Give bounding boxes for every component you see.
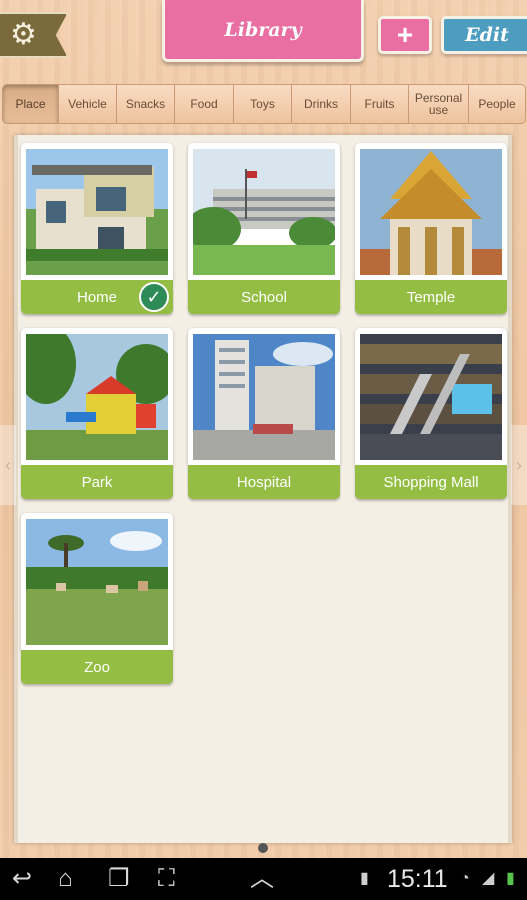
temple-image <box>360 149 502 275</box>
tab-snacks[interactable]: Snacks <box>117 84 175 124</box>
card-photo <box>355 328 507 466</box>
card-photo <box>21 513 173 651</box>
card-photo <box>188 143 340 281</box>
card-hospital[interactable]: Hospital <box>188 328 340 500</box>
gear-icon: ⚙ <box>10 18 37 51</box>
tab-vehicle[interactable]: Vehicle <box>59 84 117 124</box>
card-photo <box>21 143 173 281</box>
school-image <box>193 149 335 275</box>
tab-label: Fruits <box>364 97 395 111</box>
tab-label: Drinks <box>303 97 338 111</box>
card-photo <box>21 328 173 466</box>
battery-icon: ▮ <box>506 870 515 887</box>
edit-button[interactable]: Edit <box>441 16 527 54</box>
tab-personal-use[interactable]: Personal use <box>409 84 469 124</box>
check-icon: ✓ <box>139 282 169 312</box>
edit-label: Edit <box>465 24 509 46</box>
card-home[interactable]: Home ✓ <box>21 143 173 315</box>
card-photo <box>188 328 340 466</box>
tab-label: Place <box>15 97 46 111</box>
add-button[interactable]: + <box>378 16 432 54</box>
card-school[interactable]: School <box>188 143 340 315</box>
park-image <box>26 334 168 460</box>
tab-food[interactable]: Food <box>175 84 234 124</box>
up-icon[interactable]: ︿ <box>250 864 274 894</box>
category-tabs: Place Vehicle Snacks Food Toys Drinks Fr… <box>2 84 526 124</box>
library-button[interactable]: Library <box>162 0 364 62</box>
tab-place[interactable]: Place <box>2 84 59 124</box>
hospital-image <box>193 334 335 460</box>
back-icon[interactable]: ↩ <box>12 864 32 894</box>
sd-card-icon: ▮ <box>360 870 369 887</box>
chevron-left-icon: ‹ <box>5 454 11 475</box>
home-image <box>26 149 168 275</box>
next-page-arrow[interactable]: › <box>511 425 527 505</box>
page-indicator <box>258 843 268 853</box>
card-photo <box>355 143 507 281</box>
clock: 15:11 <box>387 865 448 893</box>
tab-label: Snacks <box>125 97 166 111</box>
tab-label: Toys <box>250 97 275 111</box>
card-label: Zoo <box>21 650 173 684</box>
plus-icon: + <box>396 19 414 50</box>
tab-label: Vehicle <box>68 97 107 111</box>
chevron-right-icon: › <box>516 454 522 475</box>
home-icon[interactable]: ⌂ <box>58 864 73 894</box>
card-park[interactable]: Park <box>21 328 173 500</box>
card-zoo[interactable]: Zoo <box>21 513 173 685</box>
card-label: Temple <box>355 280 507 314</box>
tab-drinks[interactable]: Drinks <box>292 84 351 124</box>
signal-icon: ◢ <box>482 870 495 887</box>
tab-label: Personal use <box>414 91 463 117</box>
wifi-icon: ◔ <box>460 870 470 887</box>
screenshot-icon[interactable]: ⛶ <box>158 864 175 894</box>
card-label: School <box>188 280 340 314</box>
zoo-image <box>26 519 168 645</box>
tab-people[interactable]: People <box>469 84 526 124</box>
card-label: Park <box>21 465 173 499</box>
tab-fruits[interactable]: Fruits <box>351 84 409 124</box>
tab-label: Food <box>190 97 218 111</box>
card-temple[interactable]: Temple <box>355 143 507 315</box>
previous-page-arrow[interactable]: ‹ <box>0 425 16 505</box>
card-label: Shopping Mall <box>355 465 507 499</box>
recent-apps-icon[interactable]: ❐ <box>108 864 130 894</box>
system-nav-bar: ↩ ⌂ ❐ ⛶ ︿ ▮ 15:11 ◔ ◢ ▮ <box>0 858 527 900</box>
card-label: Hospital <box>188 465 340 499</box>
shopping-mall-image <box>360 334 502 460</box>
tab-label: People <box>478 97 516 111</box>
library-label: Library <box>224 18 302 41</box>
tab-toys[interactable]: Toys <box>234 84 292 124</box>
card-shopping-mall[interactable]: Shopping Mall <box>355 328 507 500</box>
